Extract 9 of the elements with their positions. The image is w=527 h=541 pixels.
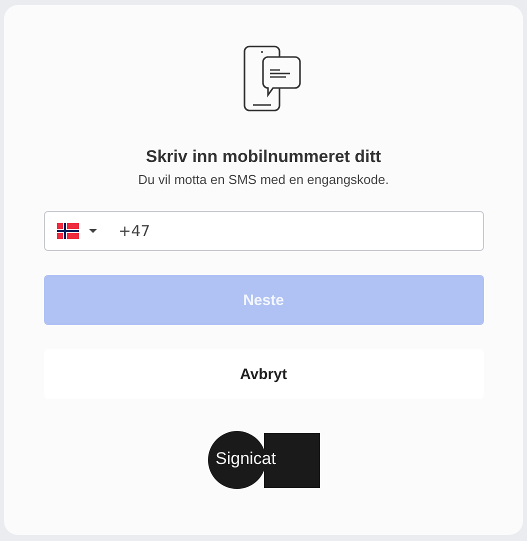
caret-icon	[88, 229, 96, 233]
subheading: Du vil motta en SMS med en engangskode.	[138, 172, 389, 187]
flag-icon	[56, 223, 78, 239]
heading: Skriv inn mobilnummeret ditt	[146, 147, 382, 167]
phone-field[interactable]: +47	[44, 211, 484, 251]
phone-number-input[interactable]: +47	[118, 222, 418, 240]
cancel-button[interactable]: Avbryt	[44, 349, 484, 399]
logo-text: Signicat	[216, 449, 276, 469]
phone-message-icon	[242, 45, 300, 113]
